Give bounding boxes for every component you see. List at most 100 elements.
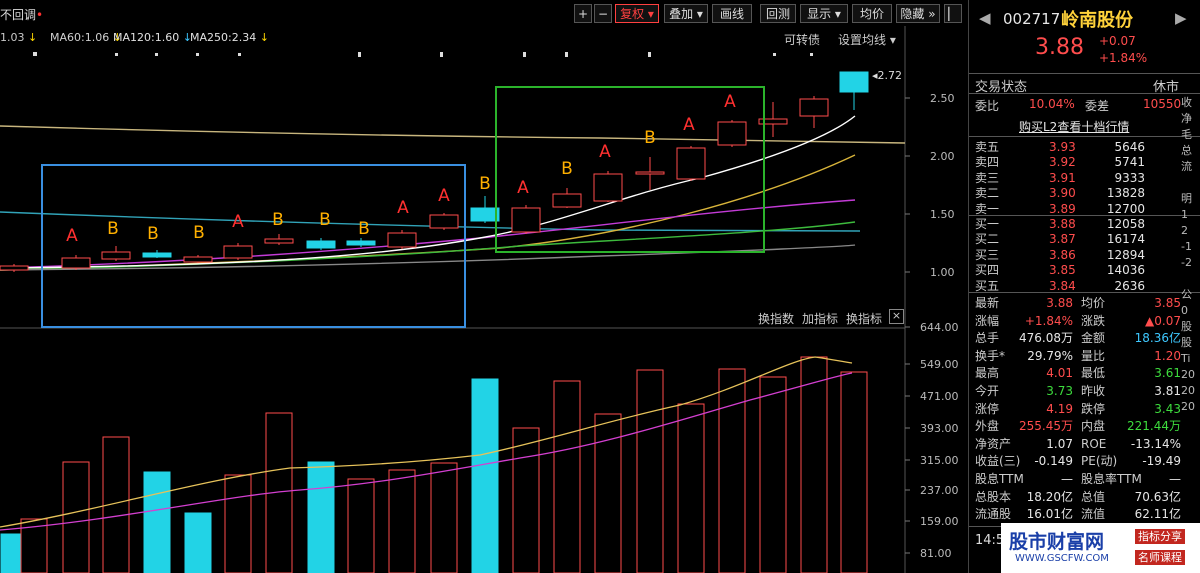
max-price-value: 2.72	[877, 69, 903, 82]
sell-order-row[interactable]: 卖二 3.90 13828	[975, 186, 1145, 201]
stat-label: 涨停	[975, 401, 1000, 416]
volume-bar	[307, 461, 335, 573]
annotation-a: A	[724, 92, 736, 112]
order-price: 3.93	[1049, 140, 1076, 154]
stat-row: 今开 3.73 昨收 3.81	[975, 383, 1191, 399]
stat-label: 最高	[975, 366, 1000, 381]
candle-body	[264, 238, 294, 244]
volume-bar	[184, 512, 212, 573]
volume-axis: 644.00 549.00 471.00 393.00 315.00 237.00 159.…	[905, 321, 959, 560]
stat-value: 4.19	[1046, 401, 1073, 416]
change-indicator-button[interactable]: 换指标	[846, 310, 882, 327]
price-tick-label: 2.00	[930, 150, 955, 163]
volume-bar	[718, 368, 746, 573]
volume-bar	[62, 461, 90, 573]
volume-tick-label: 644.00	[920, 321, 959, 334]
prev-stock-icon[interactable]: ◀	[979, 9, 991, 27]
watermark-tag-share: 指标分享	[1135, 529, 1185, 544]
stat-value: 1.07	[1046, 436, 1073, 451]
stat-value: 18.20亿	[1026, 489, 1073, 504]
buy-order-row[interactable]: 买四 3.85 14036	[975, 263, 1145, 278]
stat-label: 涨幅	[975, 313, 1000, 328]
stat-label: 均价	[1081, 296, 1106, 310]
buy-order-row[interactable]: 买二 3.87 16174	[975, 232, 1145, 247]
commission-diff-value: 10550	[1143, 97, 1182, 111]
stat-label: 总值	[1081, 489, 1106, 504]
stat-value: -19.49	[1142, 454, 1181, 469]
stat-row: 流通股 16.01亿 流值 62.11亿	[975, 506, 1191, 522]
annotation-a: A	[66, 226, 78, 246]
order-price: 3.92	[1049, 155, 1076, 170]
event-marker	[648, 52, 651, 57]
buy-order-row[interactable]: 买三 3.86 12894	[975, 248, 1145, 263]
max-price-label: ◂2.72	[872, 69, 903, 82]
next-stock-icon[interactable]: ▶	[1175, 9, 1187, 27]
volume-tick-label: 315.00	[920, 454, 959, 467]
price-tick-label: 1.50	[930, 208, 955, 221]
volume-bar	[840, 371, 868, 573]
kline-chart-area[interactable]: 不回调• + − 复权 ▾ 叠加 ▾ 画线 回测 显示 ▾ 均价 隐藏 » ▏ …	[0, 0, 968, 573]
annotation-a: A	[683, 115, 695, 135]
event-marker	[523, 52, 526, 57]
stat-row: 收益(三) -0.149 PE(动) -19.49	[975, 453, 1191, 469]
annotation-layer: A B B B A B B B A A B A B A B A A	[66, 92, 736, 246]
volume-bar	[512, 427, 540, 573]
volume-tick-label: 81.00	[920, 547, 952, 560]
stat-value: 70.63亿	[1134, 489, 1181, 504]
stat-label: 换手*	[975, 348, 1006, 363]
order-volume: 16174	[1106, 232, 1145, 247]
volume-tick-label: 549.00	[920, 358, 959, 371]
stat-value: 18.36亿	[1134, 331, 1181, 346]
order-level-label: 卖五	[975, 140, 1000, 154]
volume-bar	[143, 471, 171, 573]
sell-order-row[interactable]: 卖三 3.91 9333	[975, 171, 1145, 186]
candle-body	[346, 240, 376, 246]
annotation-b: B	[358, 219, 370, 239]
order-price: 3.86	[1049, 247, 1076, 262]
stat-value: -0.149	[1034, 454, 1073, 469]
l2-purchase-link[interactable]: 购买L2查看十档行情	[1019, 118, 1129, 135]
volume-bar	[800, 356, 828, 573]
candle-body	[717, 121, 747, 146]
side-strip: 收净毛总流明 1 2 -1 -2 公 0 股股 Ti 20 20 20	[1181, 96, 1195, 413]
volume-bars-layer	[0, 356, 868, 573]
annotation-a: A	[599, 142, 611, 162]
order-volume: 9333	[1114, 170, 1145, 185]
price-change-pct: +1.84%	[1099, 51, 1148, 65]
candle-body	[183, 256, 213, 263]
add-indicator-button[interactable]: 加指标	[802, 310, 838, 327]
candle-body	[101, 251, 131, 260]
stat-value: 16.01亿	[1026, 507, 1073, 522]
stat-value: 4.01	[1046, 366, 1073, 381]
stat-row: 股息TTM — 股息率TTM —	[975, 471, 1191, 487]
commission-ratio-value: 10.04%	[1029, 97, 1075, 111]
annotation-b: B	[107, 219, 119, 239]
sell-order-row[interactable]: 卖四 3.92 5741	[975, 155, 1145, 170]
stat-value: 62.11亿	[1134, 507, 1181, 522]
watermark-site-name: 股市财富网	[1009, 531, 1105, 553]
buy-order-row[interactable]: 买一 3.88 12058	[975, 217, 1145, 232]
sell-order-row[interactable]: 卖五 3.93 5646	[975, 140, 1145, 155]
candle-body	[676, 147, 706, 180]
event-marker	[773, 53, 776, 56]
swap-index-button[interactable]: 换指数	[758, 310, 794, 327]
stat-label: 收益(三)	[975, 454, 1021, 469]
stat-value: 3.81	[1154, 384, 1181, 398]
stat-label: ROE	[1081, 436, 1107, 451]
stat-value: —	[1169, 472, 1181, 486]
stat-label: 今开	[975, 384, 1000, 398]
candle-body	[142, 252, 172, 258]
volume-tick-label: 237.00	[920, 484, 959, 497]
order-volume: 5646	[1114, 140, 1145, 154]
event-markers	[33, 52, 813, 57]
annotation-b: B	[147, 224, 159, 244]
close-indicator-button[interactable]: ×	[889, 309, 904, 324]
annotation-a: A	[438, 186, 450, 206]
stat-row: 净资产 1.07 ROE -13.14%	[975, 436, 1191, 452]
stat-label: 金额	[1081, 331, 1106, 346]
event-marker	[196, 53, 199, 56]
stat-value: 221.44万	[1127, 419, 1181, 434]
stat-row: 总手 476.08万 金额 18.36亿	[975, 330, 1191, 346]
order-volume: 5741	[1114, 155, 1145, 170]
candle-body	[839, 71, 869, 93]
